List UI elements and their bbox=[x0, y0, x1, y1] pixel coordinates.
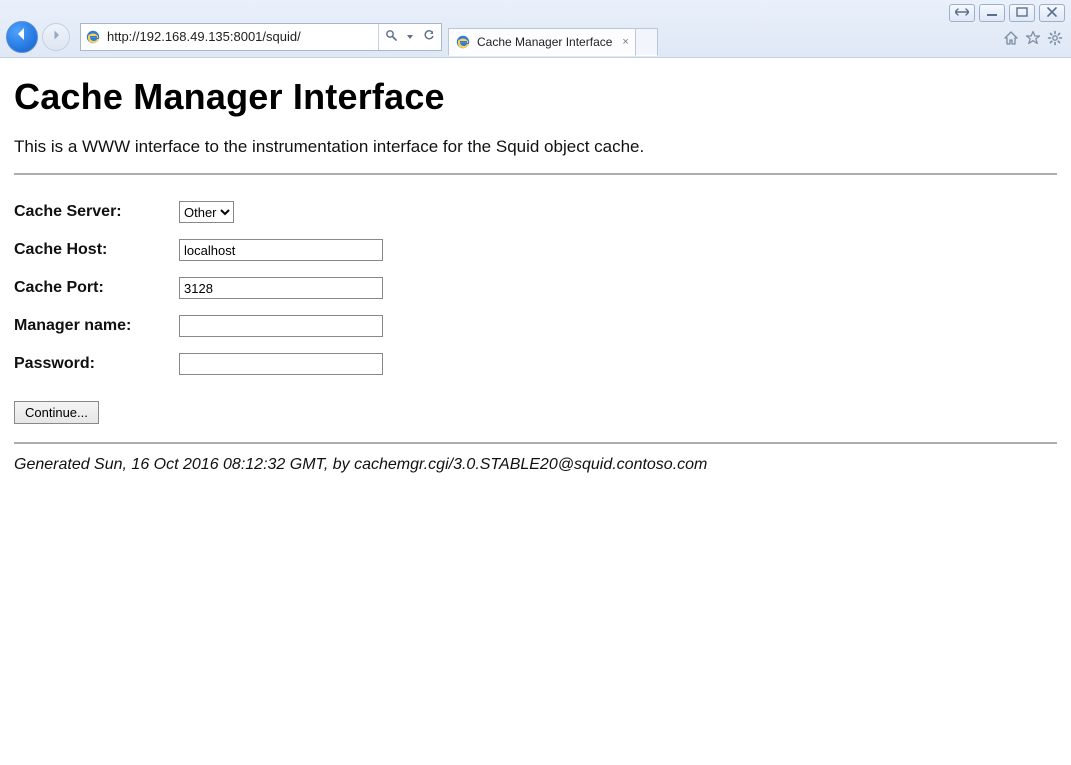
page-footer: Generated Sun, 16 Oct 2016 08:12:32 GMT,… bbox=[14, 454, 1057, 476]
ie-favicon-icon bbox=[85, 29, 101, 45]
chrome-right-icons bbox=[1003, 30, 1063, 46]
nav-row: Cache Manager Interface × bbox=[0, 0, 1071, 57]
page-title: Cache Manager Interface bbox=[14, 76, 1057, 117]
page-intro: This is a WWW interface to the instrumen… bbox=[14, 135, 1057, 159]
cache-port-input[interactable] bbox=[179, 277, 383, 299]
search-caret[interactable] bbox=[403, 24, 417, 50]
swap-icon bbox=[955, 7, 969, 20]
tab-strip: Cache Manager Interface × bbox=[448, 26, 658, 56]
minimize-button[interactable] bbox=[979, 4, 1005, 22]
cache-form: Cache Server: Other Cache Host: Cache Po… bbox=[14, 193, 393, 383]
star-icon bbox=[1025, 30, 1041, 46]
arrow-right-icon bbox=[50, 28, 62, 46]
search-icon bbox=[385, 28, 397, 46]
search-dropdown-button[interactable] bbox=[379, 24, 403, 50]
minimize-icon bbox=[986, 7, 998, 20]
home-icon bbox=[1003, 30, 1019, 46]
label-cache-server: Cache Server: bbox=[14, 193, 179, 231]
gear-icon bbox=[1047, 30, 1063, 46]
tab-title: Cache Manager Interface bbox=[477, 35, 612, 49]
refresh-icon bbox=[423, 28, 435, 46]
divider-bottom bbox=[14, 442, 1057, 444]
arrow-left-icon bbox=[14, 26, 30, 47]
refresh-button[interactable] bbox=[417, 24, 441, 50]
close-icon: × bbox=[622, 36, 628, 48]
address-bar[interactable] bbox=[80, 23, 442, 51]
divider-top bbox=[14, 173, 1057, 175]
maximize-button[interactable] bbox=[1009, 4, 1035, 22]
password-input[interactable] bbox=[179, 353, 383, 375]
ie-favicon-icon bbox=[455, 34, 471, 50]
continue-button[interactable]: Continue... bbox=[14, 401, 99, 424]
new-tab-button[interactable] bbox=[636, 28, 658, 56]
cache-server-select[interactable]: Other bbox=[179, 201, 234, 223]
chevron-down-icon bbox=[406, 28, 414, 46]
label-manager-name: Manager name: bbox=[14, 307, 179, 345]
windows-swap-button[interactable] bbox=[949, 4, 975, 22]
manager-name-input[interactable] bbox=[179, 315, 383, 337]
tab-active[interactable]: Cache Manager Interface × bbox=[448, 28, 636, 56]
close-icon bbox=[1046, 7, 1058, 20]
favorites-button[interactable] bbox=[1025, 30, 1041, 46]
maximize-icon bbox=[1016, 7, 1028, 20]
home-button[interactable] bbox=[1003, 30, 1019, 46]
address-tools bbox=[378, 24, 441, 50]
label-cache-port: Cache Port: bbox=[14, 269, 179, 307]
browser-chrome: Cache Manager Interface × bbox=[0, 0, 1071, 58]
tab-close-button[interactable]: × bbox=[622, 36, 628, 48]
url-input[interactable] bbox=[105, 28, 378, 45]
tools-button[interactable] bbox=[1047, 30, 1063, 46]
page-content: Cache Manager Interface This is a WWW in… bbox=[0, 58, 1071, 477]
close-window-button[interactable] bbox=[1039, 4, 1065, 22]
forward-button[interactable] bbox=[42, 23, 70, 51]
cache-host-input[interactable] bbox=[179, 239, 383, 261]
window-controls bbox=[949, 4, 1065, 22]
label-password: Password: bbox=[14, 345, 179, 383]
label-cache-host: Cache Host: bbox=[14, 231, 179, 269]
back-button[interactable] bbox=[6, 21, 38, 53]
